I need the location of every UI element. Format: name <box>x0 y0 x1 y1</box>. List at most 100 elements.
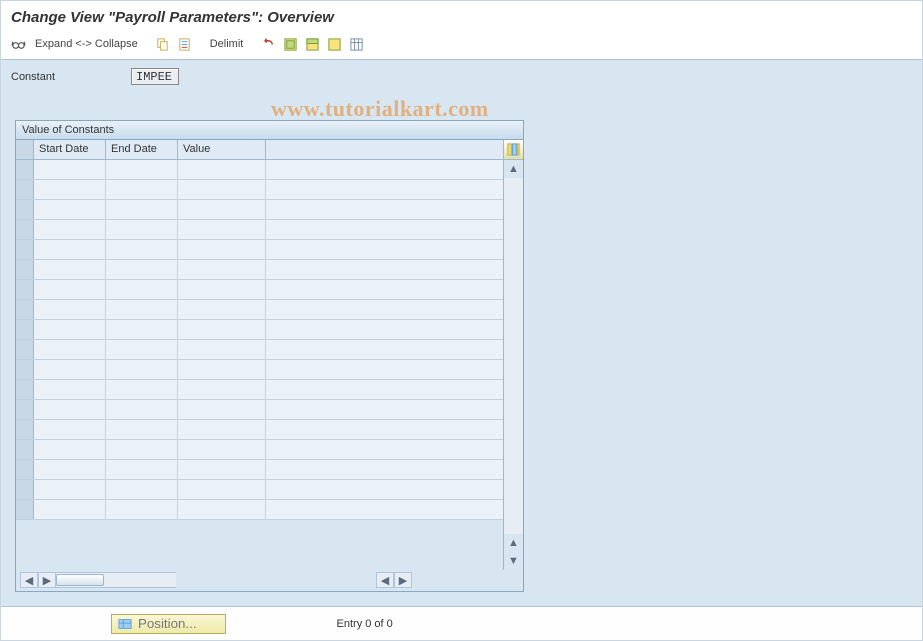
configure-columns-icon[interactable] <box>504 140 523 160</box>
table-row[interactable] <box>16 460 503 480</box>
column-end-date[interactable]: End Date <box>106 140 178 159</box>
cell-value[interactable] <box>178 280 266 299</box>
cell-end-date[interactable] <box>106 200 178 219</box>
cell-start-date[interactable] <box>34 280 106 299</box>
table-row[interactable] <box>16 400 503 420</box>
table-row[interactable] <box>16 420 503 440</box>
cell-end-date[interactable] <box>106 480 178 499</box>
hscroll-right-step-icon[interactable]: ▶ <box>38 572 56 588</box>
column-start-date[interactable]: Start Date <box>34 140 106 159</box>
table-row[interactable] <box>16 320 503 340</box>
cell-value[interactable] <box>178 240 266 259</box>
cell-end-date[interactable] <box>106 340 178 359</box>
cell-value[interactable] <box>178 500 266 519</box>
cell-end-date[interactable] <box>106 280 178 299</box>
table-row[interactable] <box>16 340 503 360</box>
cell-start-date[interactable] <box>34 200 106 219</box>
row-selector[interactable] <box>16 160 34 179</box>
cell-end-date[interactable] <box>106 320 178 339</box>
table-row[interactable] <box>16 240 503 260</box>
cell-end-date[interactable] <box>106 220 178 239</box>
hscroll-thumb[interactable] <box>56 574 104 586</box>
row-selector[interactable] <box>16 440 34 459</box>
row-selector[interactable] <box>16 480 34 499</box>
cell-value[interactable] <box>178 200 266 219</box>
table-row[interactable] <box>16 280 503 300</box>
cell-start-date[interactable] <box>34 440 106 459</box>
row-selector[interactable] <box>16 300 34 319</box>
table-row[interactable] <box>16 220 503 240</box>
cell-start-date[interactable] <box>34 340 106 359</box>
cell-end-date[interactable] <box>106 380 178 399</box>
glasses-icon[interactable] <box>9 35 27 53</box>
table-row[interactable] <box>16 300 503 320</box>
hscroll-track-left[interactable] <box>56 572 176 588</box>
cell-value[interactable] <box>178 180 266 199</box>
select-all-icon[interactable] <box>281 35 299 53</box>
hscroll-left2-icon[interactable]: ◀ <box>376 572 394 588</box>
row-selector[interactable] <box>16 460 34 479</box>
cell-end-date[interactable] <box>106 500 178 519</box>
cell-end-date[interactable] <box>106 260 178 279</box>
cell-start-date[interactable] <box>34 160 106 179</box>
row-selector[interactable] <box>16 340 34 359</box>
cell-end-date[interactable] <box>106 160 178 179</box>
cell-start-date[interactable] <box>34 460 106 479</box>
row-selector-header[interactable] <box>16 140 34 159</box>
cell-start-date[interactable] <box>34 420 106 439</box>
row-selector[interactable] <box>16 200 34 219</box>
copy-icon[interactable] <box>154 35 172 53</box>
table-settings-icon[interactable] <box>347 35 365 53</box>
cell-value[interactable] <box>178 220 266 239</box>
table-row[interactable] <box>16 260 503 280</box>
scroll-up-icon[interactable]: ▲ <box>504 160 523 178</box>
cell-start-date[interactable] <box>34 320 106 339</box>
cell-start-date[interactable] <box>34 380 106 399</box>
select-block-icon[interactable] <box>303 35 321 53</box>
row-selector[interactable] <box>16 400 34 419</box>
position-button[interactable]: Position... <box>111 614 226 634</box>
cell-value[interactable] <box>178 340 266 359</box>
table-row[interactable] <box>16 480 503 500</box>
cell-value[interactable] <box>178 360 266 379</box>
vscroll-track[interactable] <box>504 178 523 534</box>
expand-collapse-button[interactable]: Expand <-> Collapse <box>35 38 138 50</box>
cell-value[interactable] <box>178 460 266 479</box>
row-selector[interactable] <box>16 360 34 379</box>
cell-end-date[interactable] <box>106 360 178 379</box>
table-row[interactable] <box>16 160 503 180</box>
cell-end-date[interactable] <box>106 180 178 199</box>
row-selector[interactable] <box>16 280 34 299</box>
cell-value[interactable] <box>178 480 266 499</box>
cell-start-date[interactable] <box>34 300 106 319</box>
cell-end-date[interactable] <box>106 300 178 319</box>
row-selector[interactable] <box>16 220 34 239</box>
cell-value[interactable] <box>178 320 266 339</box>
row-selector[interactable] <box>16 260 34 279</box>
row-selector[interactable] <box>16 180 34 199</box>
scroll-down-icon[interactable]: ▲ <box>504 534 523 552</box>
cell-start-date[interactable] <box>34 260 106 279</box>
table-row[interactable] <box>16 500 503 520</box>
table-row[interactable] <box>16 440 503 460</box>
deselect-all-icon[interactable] <box>325 35 343 53</box>
cell-value[interactable] <box>178 420 266 439</box>
cell-start-date[interactable] <box>34 500 106 519</box>
row-selector[interactable] <box>16 500 34 519</box>
cell-start-date[interactable] <box>34 400 106 419</box>
cell-end-date[interactable] <box>106 460 178 479</box>
row-selector[interactable] <box>16 240 34 259</box>
table-row[interactable] <box>16 180 503 200</box>
cell-start-date[interactable] <box>34 360 106 379</box>
cell-end-date[interactable] <box>106 420 178 439</box>
undo-icon[interactable] <box>259 35 277 53</box>
cell-start-date[interactable] <box>34 220 106 239</box>
cell-start-date[interactable] <box>34 240 106 259</box>
table-row[interactable] <box>16 200 503 220</box>
cell-value[interactable] <box>178 400 266 419</box>
cell-end-date[interactable] <box>106 400 178 419</box>
cell-end-date[interactable] <box>106 240 178 259</box>
hscroll-right2-icon[interactable]: ▶ <box>394 572 412 588</box>
delete-rows-icon[interactable] <box>176 35 194 53</box>
hscroll-left-icon[interactable]: ◀ <box>20 572 38 588</box>
